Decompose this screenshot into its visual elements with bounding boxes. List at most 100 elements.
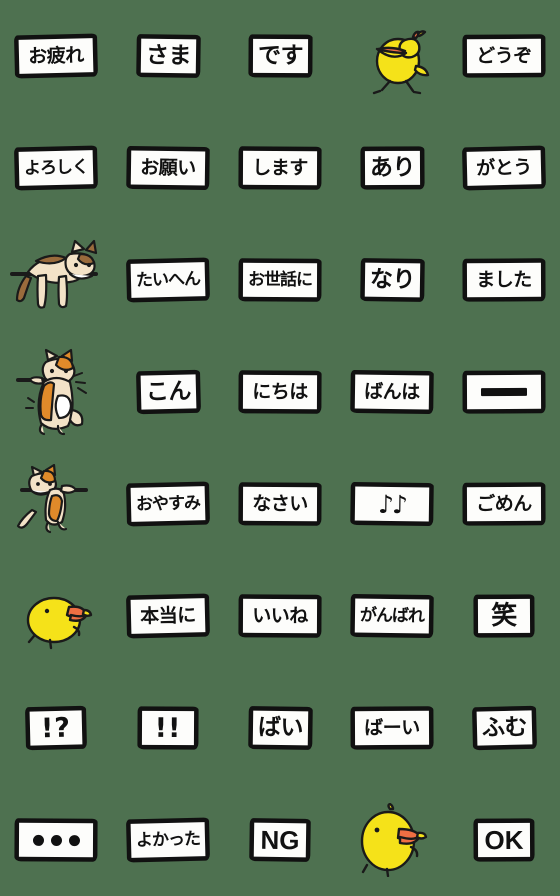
sticker-cell[interactable] xyxy=(448,336,560,448)
sticker-cell[interactable] xyxy=(0,448,112,560)
sticker-plaque[interactable]: がとう xyxy=(462,146,546,190)
sticker-cell[interactable]: よかった xyxy=(112,784,224,896)
sticker-cell[interactable]: おやすみ xyxy=(112,448,224,560)
sticker-plaque[interactable]: NG xyxy=(249,818,311,862)
sticker-label: ばんは xyxy=(364,380,420,403)
sticker-plaque[interactable]: !? xyxy=(25,706,87,750)
sticker-cell[interactable]: たいへん xyxy=(112,224,224,336)
sticker-label: ばい xyxy=(257,714,303,741)
sticker-label: !! xyxy=(154,712,182,744)
sticker-cell[interactable]: どうぞ xyxy=(448,0,560,112)
sticker-label: 笑 xyxy=(491,600,517,632)
sticker-cell[interactable]: いいね xyxy=(224,560,336,672)
sticker-label: 本当に xyxy=(139,603,196,628)
sticker-cell[interactable]: ばーい xyxy=(336,672,448,784)
sticker-label: ごめん xyxy=(476,492,532,515)
sticker-plaque[interactable]: ごめん xyxy=(462,482,546,526)
sticker-plaque[interactable]: おやすみ xyxy=(126,482,210,526)
sticker-plaque[interactable]: さま xyxy=(136,34,200,78)
sticker-plaque[interactable]: 本当に xyxy=(126,594,210,638)
sticker-cell[interactable]: します xyxy=(224,112,336,224)
cat-standing-art xyxy=(16,348,87,436)
sticker-cell[interactable]: にちは xyxy=(224,336,336,448)
sticker-label: がんばれ xyxy=(359,605,425,626)
sticker-cell[interactable]: お願い xyxy=(112,112,224,224)
sticker-plaque[interactable]: なさい xyxy=(238,482,322,526)
sticker-label: こん xyxy=(145,377,191,406)
sticker-cell[interactable] xyxy=(336,784,448,896)
sticker-plaque[interactable]: ばーい xyxy=(350,706,434,750)
sticker-cell[interactable]: よろしく xyxy=(0,112,112,224)
sticker-cell[interactable] xyxy=(0,224,112,336)
sticker-label: します xyxy=(252,156,308,179)
sticker-label: ばーい xyxy=(364,716,420,739)
sticker-plaque[interactable]: なり xyxy=(360,258,424,302)
sticker-plaque[interactable]: ふむ xyxy=(471,706,537,750)
sticker-label: よろしく xyxy=(23,156,89,179)
sticker-cell[interactable]: こん xyxy=(112,336,224,448)
sticker-cell[interactable]: ふむ xyxy=(448,672,560,784)
sticker-plaque[interactable]: にちは xyxy=(238,370,322,414)
sticker-plaque[interactable]: どうぞ xyxy=(462,34,546,78)
sticker-label: にちは xyxy=(252,380,308,403)
sticker-cell[interactable]: OK xyxy=(448,784,560,896)
cat-draped-art xyxy=(10,239,98,309)
sticker-cell[interactable]: さま xyxy=(112,0,224,112)
sticker-cell[interactable]: ごめん xyxy=(448,448,560,560)
sticker-plaque[interactable]: お願い xyxy=(126,146,210,190)
sticker-cell[interactable]: ♪♪ xyxy=(336,448,448,560)
sticker-label: あり xyxy=(369,154,415,181)
sticker-cell[interactable] xyxy=(0,560,112,672)
sticker-plaque[interactable]: よかった xyxy=(126,818,210,862)
sticker-plaque[interactable]: OK xyxy=(473,818,535,862)
sticker-plaque[interactable]: よろしく xyxy=(14,146,98,190)
sticker-cell[interactable]: NG xyxy=(224,784,336,896)
sticker-cell[interactable]: がとう xyxy=(448,112,560,224)
sticker-plaque[interactable]: !! xyxy=(137,706,199,750)
sticker-cell[interactable]: ばい xyxy=(224,672,336,784)
sticker-plaque[interactable]: します xyxy=(238,146,322,190)
chick-sitting-art xyxy=(26,596,93,650)
sticker-cell[interactable] xyxy=(336,0,448,112)
sticker-cell[interactable]: です xyxy=(224,0,336,112)
sticker-cell[interactable] xyxy=(0,784,112,896)
sticker-plaque[interactable]: ばんは xyxy=(350,370,434,414)
sticker-label: NG xyxy=(260,824,300,856)
sticker-cell[interactable]: お世話に xyxy=(224,224,336,336)
sticker-cell[interactable]: がんばれ xyxy=(336,560,448,672)
sticker-cell[interactable]: ました xyxy=(448,224,560,336)
sticker-plaque[interactable] xyxy=(14,818,98,862)
sticker-cell[interactable]: ばんは xyxy=(336,336,448,448)
sticker-cell[interactable]: あり xyxy=(336,112,448,224)
sticker-plaque[interactable]: たいへん xyxy=(126,258,210,302)
sticker-cell[interactable]: 笑 xyxy=(448,560,560,672)
sticker-plaque[interactable] xyxy=(462,370,546,414)
sticker-plaque[interactable]: ♪♪ xyxy=(350,482,434,526)
sticker-cell[interactable]: なり xyxy=(336,224,448,336)
sticker-label: OK xyxy=(484,824,524,856)
sticker-cell[interactable] xyxy=(0,336,112,448)
sticker-plaque[interactable]: お疲れ xyxy=(14,34,98,78)
sticker-plaque[interactable]: いいね xyxy=(238,594,322,638)
sticker-label: お世話に xyxy=(247,269,313,290)
sticker-plaque[interactable]: ばい xyxy=(248,706,312,750)
sticker-label: さま xyxy=(145,42,191,69)
sticker-plaque[interactable]: あり xyxy=(360,146,424,190)
sticker-label: ふむ xyxy=(481,713,527,742)
sticker-plaque[interactable]: ました xyxy=(462,258,546,302)
sticker-cell[interactable]: !? xyxy=(0,672,112,784)
sticker-label: よかった xyxy=(135,828,201,851)
sticker-cell[interactable]: なさい xyxy=(224,448,336,560)
sticker-label: がとう xyxy=(475,155,532,180)
sticker-plaque[interactable]: こん xyxy=(135,370,201,414)
music-notes-icon: ♪♪ xyxy=(377,489,407,519)
sticker-plaque[interactable]: お世話に xyxy=(238,258,322,302)
sticker-label: なり xyxy=(369,266,415,293)
sticker-plaque[interactable]: がんばれ xyxy=(350,594,434,638)
sticker-cell[interactable]: 本当に xyxy=(112,560,224,672)
sticker-grid: お疲れ さま です どうぞ よろしく お願い します あり がとう たいへん お… xyxy=(0,0,560,896)
sticker-plaque[interactable]: です xyxy=(248,34,312,78)
sticker-cell[interactable]: お疲れ xyxy=(0,0,112,112)
sticker-cell[interactable]: !! xyxy=(112,672,224,784)
sticker-plaque[interactable]: 笑 xyxy=(473,594,535,638)
